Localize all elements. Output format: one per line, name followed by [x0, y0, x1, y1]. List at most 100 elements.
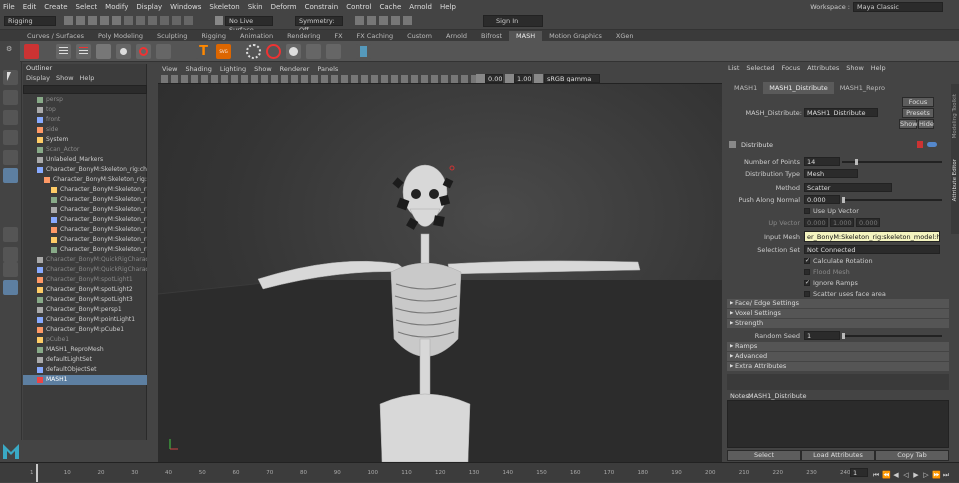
outliner-menu-show[interactable]: Show [56, 73, 74, 83]
ae-menu-attributes[interactable]: Attributes [807, 62, 839, 74]
menu-constrain[interactable]: Constrain [305, 3, 339, 11]
hypershade-icon[interactable] [391, 16, 400, 25]
shelf-tab-animation[interactable]: Animation [233, 31, 280, 41]
shelf-tab-curves[interactable]: Curves / Surfaces [20, 31, 91, 41]
outliner-row[interactable]: Character_BonyM:Skeleton_rig:s [23, 225, 147, 235]
hide-button[interactable]: Hide [918, 119, 934, 129]
scatter-face-checkbox[interactable] [804, 291, 810, 297]
gear-icon[interactable]: ⚙ [6, 45, 12, 53]
outliner-row[interactable]: pCube1 [23, 335, 147, 345]
mash-outliner-icon[interactable] [76, 44, 91, 59]
menu-windows[interactable]: Windows [170, 3, 201, 11]
num-points-field[interactable]: 14 [804, 157, 840, 166]
mash-create-icon[interactable] [24, 44, 39, 59]
push-normal-field[interactable]: 0.000 [804, 195, 840, 204]
enable-toggle-icon[interactable] [927, 142, 937, 147]
new-scene-icon[interactable] [64, 16, 73, 25]
outliner-row[interactable]: Character_BonyM:Skeleton_rig:s [23, 215, 147, 225]
ignore-ramps-checkbox[interactable] [804, 279, 810, 286]
go-start-icon[interactable]: ⏮ [872, 471, 880, 479]
vp-menu-lighting[interactable]: Lighting [220, 65, 246, 73]
outliner-row[interactable]: Character_BonyM:Skeleton_rig:s [23, 235, 147, 245]
outliner-menu-display[interactable]: Display [26, 73, 50, 83]
ipr-render-icon[interactable] [367, 16, 376, 25]
up-vector-z-field[interactable]: 0.000 [856, 218, 880, 227]
random-seed-slider-knob[interactable] [842, 333, 845, 339]
outliner-row[interactable]: Character_BonyM:QuickRigCharacter [23, 255, 147, 265]
time-slider[interactable]: 1 10 20 30 40 50 60 70 80 90 100 110 120 130 140 150 160… [0, 462, 959, 482]
outliner-row[interactable]: Character_BonyM:Skeleton_rig:s [23, 195, 147, 205]
mash-flight-icon[interactable] [266, 44, 281, 59]
ae-tab-distribute[interactable]: MASH1_Distribute [763, 82, 834, 94]
step-forward-key-icon[interactable]: ⏩ [932, 471, 941, 479]
ae-menu-selected[interactable]: Selected [746, 62, 774, 74]
sign-in-button[interactable]: Sign In [483, 15, 543, 27]
outliner-row[interactable]: Character_BonyM:persp1 [23, 305, 147, 315]
outliner-menu-help[interactable]: Help [80, 73, 95, 83]
outliner-row[interactable]: System [23, 135, 147, 145]
go-end-icon[interactable]: ⏭ [942, 471, 950, 479]
load-attributes-button[interactable]: Load Attributes [801, 450, 875, 461]
vp-menu-panels[interactable]: Panels [317, 65, 338, 73]
menu-deform[interactable]: Deform [271, 3, 297, 11]
outliner-row[interactable]: Character_BonyM:pCube1 [23, 325, 147, 335]
section-extra-attrs[interactable]: Extra Attributes [727, 362, 949, 371]
current-time-marker[interactable] [36, 464, 38, 482]
input-mesh-field[interactable]: er_BonyM:Skeleton_rig:skeleton_model:hea… [804, 231, 940, 242]
lasso-tool-icon[interactable] [3, 90, 18, 105]
push-normal-slider-knob[interactable] [842, 197, 845, 203]
exposure-icon[interactable] [476, 74, 485, 83]
menu-display[interactable]: Display [136, 3, 162, 11]
shelf-tab-arnold[interactable]: Arnold [439, 31, 474, 41]
menu-edit[interactable]: Edit [23, 3, 37, 11]
mash-type-icon[interactable]: T [196, 44, 211, 59]
menu-control[interactable]: Control [346, 3, 371, 11]
outliner-row[interactable]: Scan_Actor [23, 145, 147, 155]
select-tool-icon[interactable] [3, 70, 18, 85]
workspace-dropdown[interactable]: Maya Classic [853, 1, 943, 12]
ae-tab-mash1[interactable]: MASH1 [728, 82, 763, 94]
select-button[interactable]: Select [727, 450, 801, 461]
section-advanced[interactable]: Advanced [727, 352, 949, 361]
show-button[interactable]: Show [899, 119, 918, 129]
mash-falloff-icon[interactable] [286, 44, 301, 59]
color-mgmt-icon[interactable] [534, 74, 543, 83]
side-tab-modeling-toolkit[interactable]: Modeling Toolkit [952, 94, 958, 138]
notes-textarea[interactable] [727, 400, 949, 448]
outliner-row[interactable]: Character_BonyM:spotLight2 [23, 285, 147, 295]
num-points-slider-knob[interactable] [855, 159, 858, 165]
menu-help[interactable]: Help [440, 3, 456, 11]
menu-arnold[interactable]: Arnold [409, 3, 432, 11]
outliner-row[interactable]: persp [23, 95, 147, 105]
outliner-row[interactable]: Unlabeled_Markers [23, 155, 147, 165]
use-up-vector-checkbox[interactable] [804, 208, 810, 214]
step-back-key-icon[interactable]: ⏪ [882, 471, 891, 479]
paint-select-icon[interactable] [3, 110, 18, 125]
mash-paint-icon[interactable] [306, 44, 321, 59]
menu-skin[interactable]: Skin [248, 3, 263, 11]
magnet-icon[interactable] [215, 16, 223, 25]
menu-cache[interactable]: Cache [380, 3, 402, 11]
outliner-layout-icon[interactable] [3, 262, 18, 277]
shelf-tab-rendering[interactable]: Rendering [280, 31, 327, 41]
select-component-icon[interactable] [148, 16, 157, 25]
outliner-search-field[interactable] [23, 85, 147, 94]
outliner-row[interactable]: front [23, 115, 147, 125]
colorspace-dropdown[interactable]: sRGB gamma [544, 74, 600, 83]
outliner-row[interactable]: MASH1 [23, 375, 147, 385]
four-view-icon[interactable] [3, 247, 18, 262]
select-hierarchy-icon[interactable] [124, 16, 133, 25]
ae-menu-help[interactable]: Help [871, 62, 886, 74]
mash-world-icon[interactable] [156, 44, 171, 59]
open-scene-icon[interactable] [76, 16, 85, 25]
snap-point-icon[interactable] [184, 16, 193, 25]
menu-modify[interactable]: Modify [105, 3, 128, 11]
ae-tab-repro[interactable]: MASH1_Repro [834, 82, 891, 94]
delete-node-icon[interactable] [917, 141, 923, 148]
shelf-tab-fx-caching[interactable]: FX Caching [350, 31, 401, 41]
vp-menu-view[interactable]: View [162, 65, 177, 73]
outliner-row[interactable]: Character_BonyM:Skeleton_rig:char [23, 165, 147, 175]
up-vector-x-field[interactable]: 0.000 [804, 218, 828, 227]
gamma-icon[interactable] [505, 74, 514, 83]
vp-menu-shading[interactable]: Shading [185, 65, 211, 73]
